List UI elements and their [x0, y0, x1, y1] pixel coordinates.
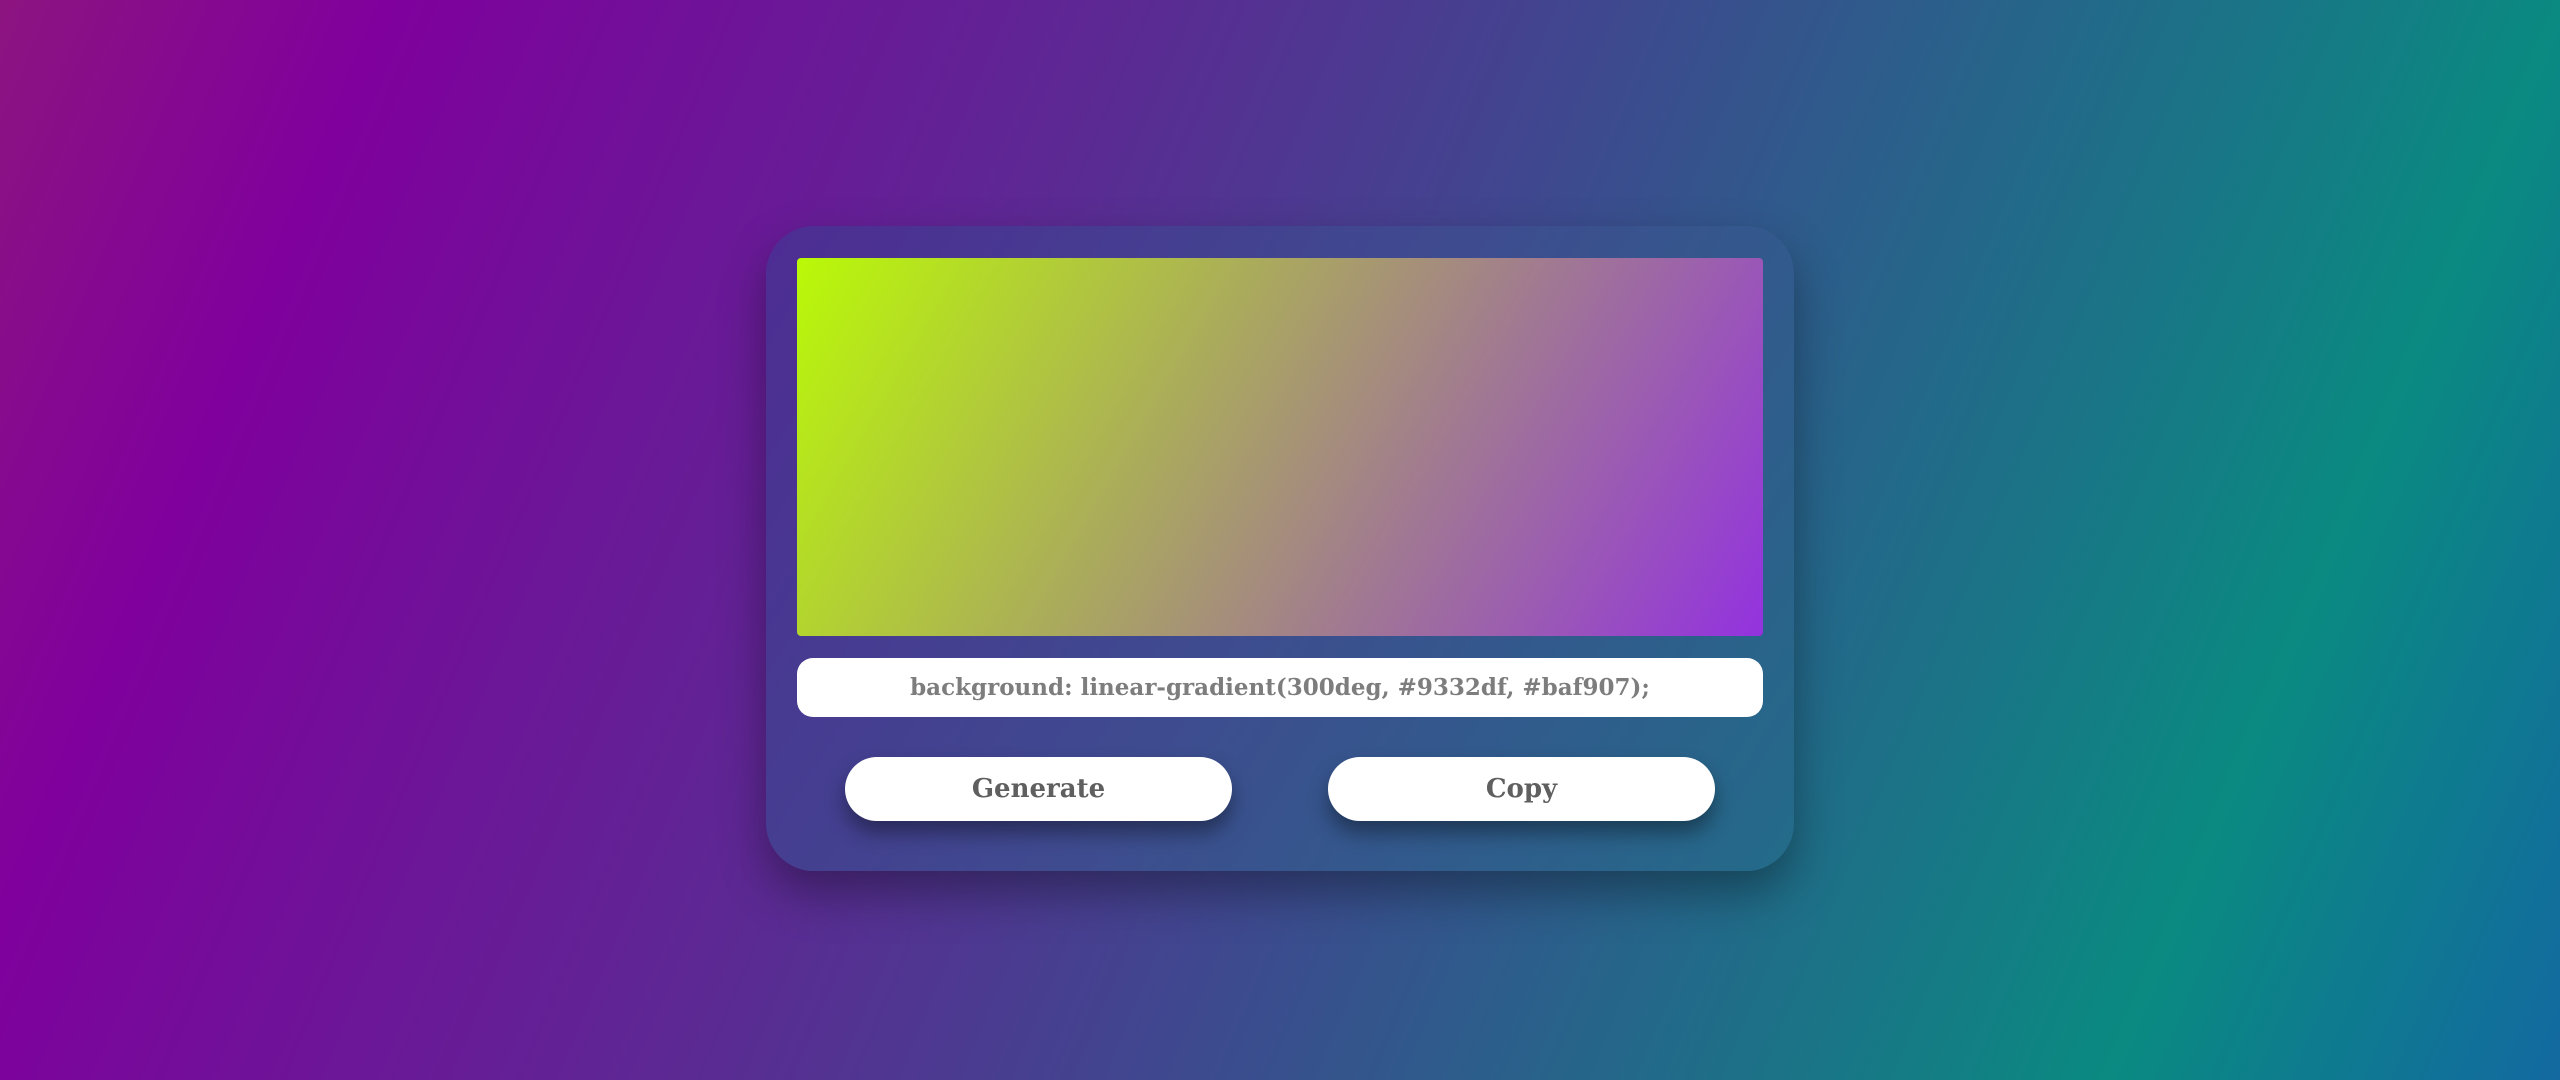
gradient-code-field[interactable]: background: linear-gradient(300deg, #933… [797, 658, 1763, 717]
copy-button[interactable]: Copy [1328, 757, 1715, 821]
gradient-preview [797, 258, 1763, 636]
generate-button[interactable]: Generate [845, 757, 1232, 821]
